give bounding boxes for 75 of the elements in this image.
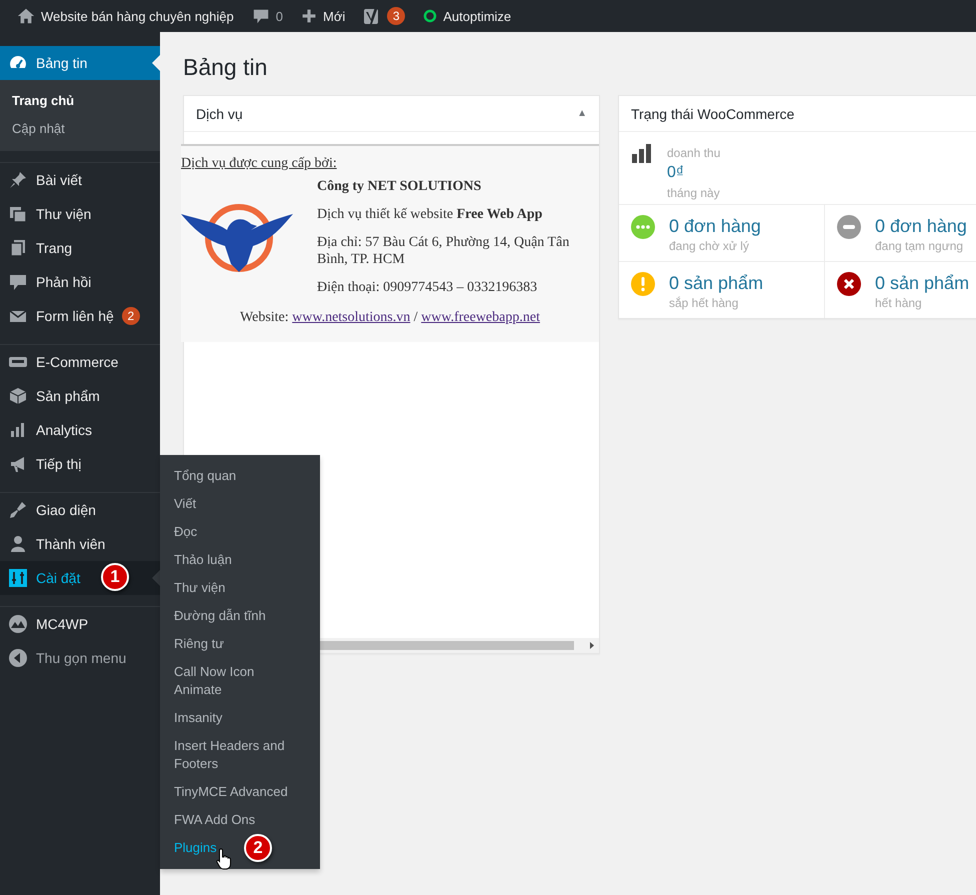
- website-line: Website: www.netsolutions.vn / www.freewebapp.net: [239, 310, 541, 326]
- cube-icon: [8, 386, 28, 406]
- toolbar-link[interactable]: 0: [276, 8, 283, 24]
- count-badge: 2: [122, 307, 140, 325]
- revenue-value[interactable]: 0₫: [667, 162, 720, 184]
- menu-item[interactable]: Bài viết: [0, 163, 160, 197]
- stat-label: đang tạm ngưng: [875, 238, 964, 255]
- panel-title: Dịch vụ: [196, 106, 243, 122]
- menu-item[interactable]: Phản hồi: [0, 265, 160, 299]
- menu-item[interactable]: Form liên hệ 2: [0, 299, 160, 333]
- company-name: Công ty NET SOLUTIONS: [317, 178, 482, 195]
- stat-label: hết hàng: [875, 295, 923, 312]
- info-text: Địa chỉ: 57 Bàu Cát 6, Phường 14, Quận Tân Bình, TP. HCM: [317, 234, 570, 268]
- mountain-circle-icon: [8, 614, 28, 634]
- bar-chart-icon: [631, 144, 653, 164]
- step-marker: 2: [244, 834, 272, 862]
- submenu-item[interactable]: TinyMCE Advanced: [160, 778, 313, 806]
- submenu-item[interactable]: Thư viện: [160, 574, 313, 602]
- submenu-item[interactable]: Tổng quan: [160, 462, 313, 490]
- toolbar-link[interactable]: Autoptimize: [443, 8, 512, 24]
- speech-bubble-icon: [8, 272, 28, 292]
- intro-text: Dịch vụ được cung cấp bởi:: [181, 156, 338, 172]
- menu-item[interactable]: Trang: [0, 231, 160, 265]
- menu-item[interactable]: Thành viên: [0, 527, 160, 561]
- menu-item[interactable]: Cài đặt 1: [0, 561, 160, 595]
- submenu-item[interactable]: Đọc: [160, 518, 313, 546]
- submenu-item[interactable]: Imsanity: [160, 704, 313, 732]
- collapse-toggle[interactable]: ▲: [577, 108, 587, 119]
- panel-title: Trạng thái WooCommerce: [631, 106, 794, 122]
- submenu-item[interactable]: Trang chủ: [0, 87, 160, 115]
- menu-item[interactable]: Thư viện: [0, 197, 160, 231]
- submenu-item[interactable]: Đường dẫn tĩnh: [160, 602, 313, 630]
- submenu-item[interactable]: Plugins 2: [160, 834, 313, 862]
- submenu-item[interactable]: Riêng tư: [160, 630, 313, 658]
- stat-value[interactable]: 0 sản phẩm: [875, 272, 970, 294]
- speech-bubble-icon: [252, 7, 270, 25]
- plus-icon: [300, 8, 317, 24]
- ring-icon: [423, 9, 438, 23]
- step-marker: 1: [101, 563, 129, 591]
- pushpin-icon: [8, 170, 28, 190]
- brush-icon: [8, 500, 28, 520]
- info-text: Điện thoại: 0909774543 – 0332196383: [317, 279, 538, 296]
- submenu-item[interactable]: Call Now Icon Animate: [160, 658, 313, 704]
- toolbar-link[interactable]: Mới: [322, 8, 346, 24]
- stat-label: đang chờ xử lý: [669, 238, 750, 255]
- media-icon: [8, 204, 28, 224]
- stat-label: sắp hết hàng: [669, 295, 740, 312]
- stat-value[interactable]: 0 sản phẩm: [669, 272, 764, 294]
- home-icon: [17, 7, 35, 25]
- menu-item[interactable]: Bảng tin: [0, 46, 160, 80]
- website-link[interactable]: www.netsolutions.vn: [292, 310, 410, 325]
- menu-item[interactable]: Thu gọn menu: [0, 641, 160, 675]
- hand-cursor-icon: [216, 848, 232, 870]
- menu-item[interactable]: Analytics: [0, 413, 160, 447]
- website-link[interactable]: www.freewebapp.net: [421, 310, 540, 325]
- stat-value[interactable]: 0 đơn hàng: [669, 215, 761, 237]
- period-label: tháng này: [667, 185, 720, 202]
- submenu-item[interactable]: Cập nhật: [0, 115, 160, 143]
- menu-item[interactable]: Giao diện: [0, 493, 160, 527]
- submenu-item[interactable]: Insert Headers and Footers: [160, 732, 313, 778]
- sliders-icon: [8, 568, 28, 588]
- site-name-link[interactable]: Website bán hàng chuyên nghiệp: [41, 8, 234, 24]
- menu-item[interactable]: MC4WP: [0, 607, 160, 641]
- menu-item[interactable]: Tiếp thị: [0, 447, 160, 481]
- menu-item[interactable]: Sản phẩm: [0, 379, 160, 413]
- info-text: Dịch vụ thiết kế website Free Web App: [317, 206, 544, 223]
- submenu-item[interactable]: Viết: [160, 490, 313, 518]
- person-icon: [8, 534, 28, 554]
- submenu-item[interactable]: Thảo luận: [160, 546, 313, 574]
- menu-item[interactable]: E-Commerce: [0, 345, 160, 379]
- count-badge: 3: [387, 7, 406, 25]
- submenu-item[interactable]: FWA Add Ons: [160, 806, 313, 834]
- revenue-label: doanh thu: [667, 145, 720, 162]
- stat-value[interactable]: 0 đơn hàng: [875, 215, 967, 237]
- page-title: Bảng tin: [183, 54, 268, 81]
